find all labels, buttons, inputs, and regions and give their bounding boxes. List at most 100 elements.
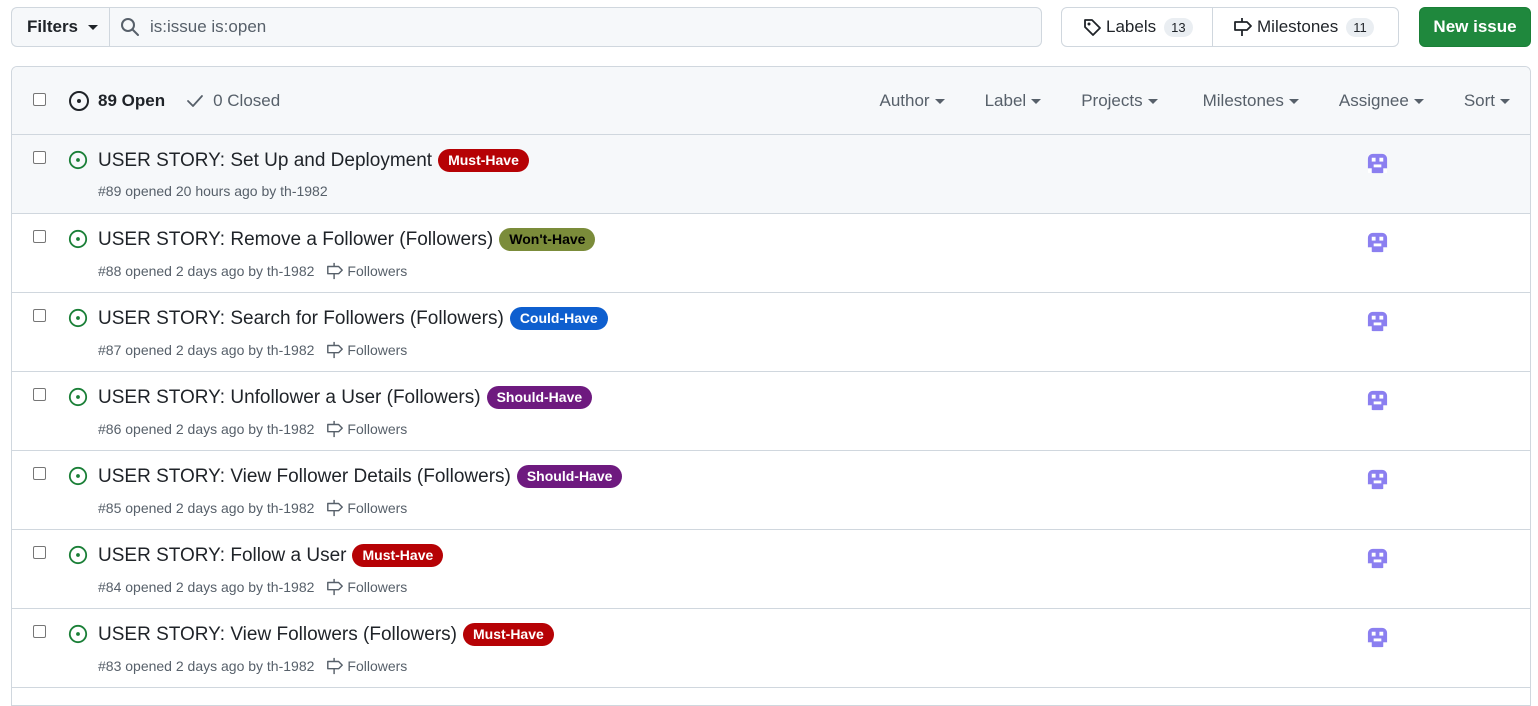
milestone-icon (1234, 18, 1252, 36)
issue-milestone-label: Followers (347, 421, 408, 437)
search-box (109, 7, 1042, 47)
issue-milestone[interactable]: Followers (326, 420, 407, 438)
milestones-button[interactable]: Milestones 11 (1213, 8, 1398, 46)
issues-list-header: 89 Open 0 Closed Author Label Projects M… (12, 67, 1530, 135)
open-issues-tab[interactable]: 89 Open (68, 90, 165, 112)
assignee-avatar-icon[interactable] (1366, 310, 1389, 333)
milestone-icon (327, 578, 344, 596)
issue-title[interactable]: USER STORY: Follow a User (98, 545, 346, 567)
issue-milestone-label: Followers (347, 579, 408, 595)
assignee-avatar-icon[interactable] (1366, 468, 1389, 491)
issue-state-toggle: 89 Open 0 Closed (68, 67, 280, 135)
issue-opened-icon (68, 545, 88, 565)
issue-row[interactable]: USER STORY: View Followers (Followers) M… (12, 609, 1530, 688)
filters-label: Filters (27, 17, 79, 36)
issue-label[interactable]: Won't-Have (499, 228, 596, 251)
assignee-avatar-icon[interactable] (1366, 547, 1389, 570)
issue-milestone[interactable]: Followers (326, 499, 407, 517)
issue-rows: USER STORY: Set Up and Deployment Must-H… (12, 135, 1530, 688)
issue-milestone[interactable]: Followers (326, 657, 407, 675)
issue-label[interactable]: Must-Have (352, 544, 444, 567)
issue-milestone[interactable]: Followers (326, 578, 407, 596)
issue-checkbox[interactable] (33, 309, 46, 322)
issues-list: 89 Open 0 Closed Author Label Projects M… (11, 66, 1531, 706)
closed-count: 0 Closed (213, 91, 281, 110)
issue-title-line: USER STORY: Search for Followers (Follow… (98, 307, 608, 330)
milestones-label: Milestones (1257, 17, 1339, 36)
issue-opened-icon (68, 466, 88, 486)
issue-row[interactable]: USER STORY: Unfollower a User (Followers… (12, 372, 1530, 451)
label-filter-label: Label (984, 91, 1027, 110)
issue-milestone[interactable]: Followers (326, 262, 407, 280)
issue-label[interactable]: Should-Have (486, 386, 593, 409)
issue-title-line: USER STORY: View Follower Details (Follo… (98, 465, 623, 488)
issue-meta: #87 opened 2 days ago by th-1982 Followe… (98, 341, 407, 359)
milestones-counter: 11 (1346, 17, 1374, 37)
assignee-avatar-icon[interactable] (1366, 626, 1389, 649)
projects-filter[interactable]: Projects (1081, 91, 1158, 111)
closed-issues-tab[interactable]: 0 Closed (185, 91, 280, 111)
label-filter[interactable]: Label (985, 91, 1042, 111)
issue-opened-info: #88 opened 2 days ago by th-1982 (98, 263, 315, 279)
issue-meta: #83 opened 2 days ago by th-1982 Followe… (98, 657, 407, 675)
issue-checkbox[interactable] (33, 388, 46, 401)
issue-row[interactable]: USER STORY: Remove a Follower (Followers… (12, 214, 1530, 293)
issue-label[interactable]: Could-Have (509, 307, 608, 330)
issue-checkbox[interactable] (33, 546, 46, 559)
issue-row[interactable]: USER STORY: Search for Followers (Follow… (12, 293, 1530, 372)
issue-checkbox[interactable] (33, 151, 46, 164)
search-input[interactable] (148, 9, 1028, 45)
issue-opened-icon (68, 150, 88, 170)
chevron-down-icon (1147, 98, 1158, 104)
issue-opened-icon (68, 624, 88, 644)
issue-title[interactable]: USER STORY: Unfollower a User (Followers… (98, 387, 481, 409)
issue-title[interactable]: USER STORY: View Follower Details (Follo… (98, 466, 511, 488)
issue-title[interactable]: USER STORY: Search for Followers (Follow… (98, 308, 504, 330)
milestones-filter[interactable]: Milestones (1203, 91, 1299, 111)
issue-meta: #85 opened 2 days ago by th-1982 Followe… (98, 499, 407, 517)
search-icon (121, 18, 139, 36)
chevron-down-icon (934, 98, 945, 104)
issue-label[interactable]: Must-Have (438, 149, 529, 172)
issue-checkbox[interactable] (33, 467, 46, 480)
milestone-icon (327, 657, 344, 675)
issue-milestone-label: Followers (347, 500, 408, 516)
list-filters: Author Label Projects Milestones Assigne… (879, 67, 1510, 135)
issue-title[interactable]: USER STORY: Set Up and Deployment (98, 150, 432, 172)
issue-title-line: USER STORY: Remove a Follower (Followers… (98, 228, 596, 251)
new-issue-button[interactable]: New issue (1419, 7, 1531, 47)
issue-milestone[interactable]: Followers (326, 341, 407, 359)
issue-title[interactable]: USER STORY: View Followers (Followers) (98, 624, 457, 646)
issue-label[interactable]: Must-Have (463, 623, 554, 646)
issue-label[interactable]: Should-Have (516, 465, 623, 488)
issue-opened-icon (68, 387, 88, 407)
issue-checkbox[interactable] (33, 230, 46, 243)
filters-button[interactable]: Filters (11, 7, 110, 47)
labels-button[interactable]: Labels 13 (1062, 8, 1213, 46)
chevron-down-icon (88, 24, 99, 30)
issue-row[interactable]: USER STORY: View Follower Details (Follo… (12, 451, 1530, 530)
author-filter-label: Author (879, 91, 930, 110)
issue-meta: #84 opened 2 days ago by th-1982 Followe… (98, 578, 407, 596)
issue-opened-info: #85 opened 2 days ago by th-1982 (98, 500, 315, 516)
issue-opened-icon (68, 308, 88, 328)
issue-meta: #86 opened 2 days ago by th-1982 Followe… (98, 420, 407, 438)
assignee-filter[interactable]: Assignee (1339, 91, 1424, 111)
issue-title-line: USER STORY: View Followers (Followers) M… (98, 623, 554, 646)
chevron-down-icon (1031, 98, 1042, 104)
issue-row[interactable]: USER STORY: Set Up and Deployment Must-H… (12, 135, 1530, 214)
issue-checkbox[interactable] (33, 625, 46, 638)
projects-filter-label: Projects (1081, 91, 1143, 110)
assignee-avatar-icon[interactable] (1366, 231, 1389, 254)
issue-title[interactable]: USER STORY: Remove a Follower (Followers… (98, 229, 493, 251)
labels-label: Labels (1106, 17, 1157, 36)
assignee-avatar-icon[interactable] (1366, 389, 1389, 412)
author-filter[interactable]: Author (879, 91, 945, 111)
issue-row[interactable]: USER STORY: Follow a User Must-Have #84 … (12, 530, 1530, 609)
sort-filter[interactable]: Sort (1464, 91, 1510, 111)
issue-meta: #89 opened 20 hours ago by th-1982 (98, 183, 328, 199)
issue-opened-info: #89 opened 20 hours ago by th-1982 (98, 183, 328, 199)
check-icon (187, 95, 203, 107)
select-all-checkbox[interactable] (33, 93, 46, 106)
assignee-avatar-icon[interactable] (1366, 152, 1389, 175)
